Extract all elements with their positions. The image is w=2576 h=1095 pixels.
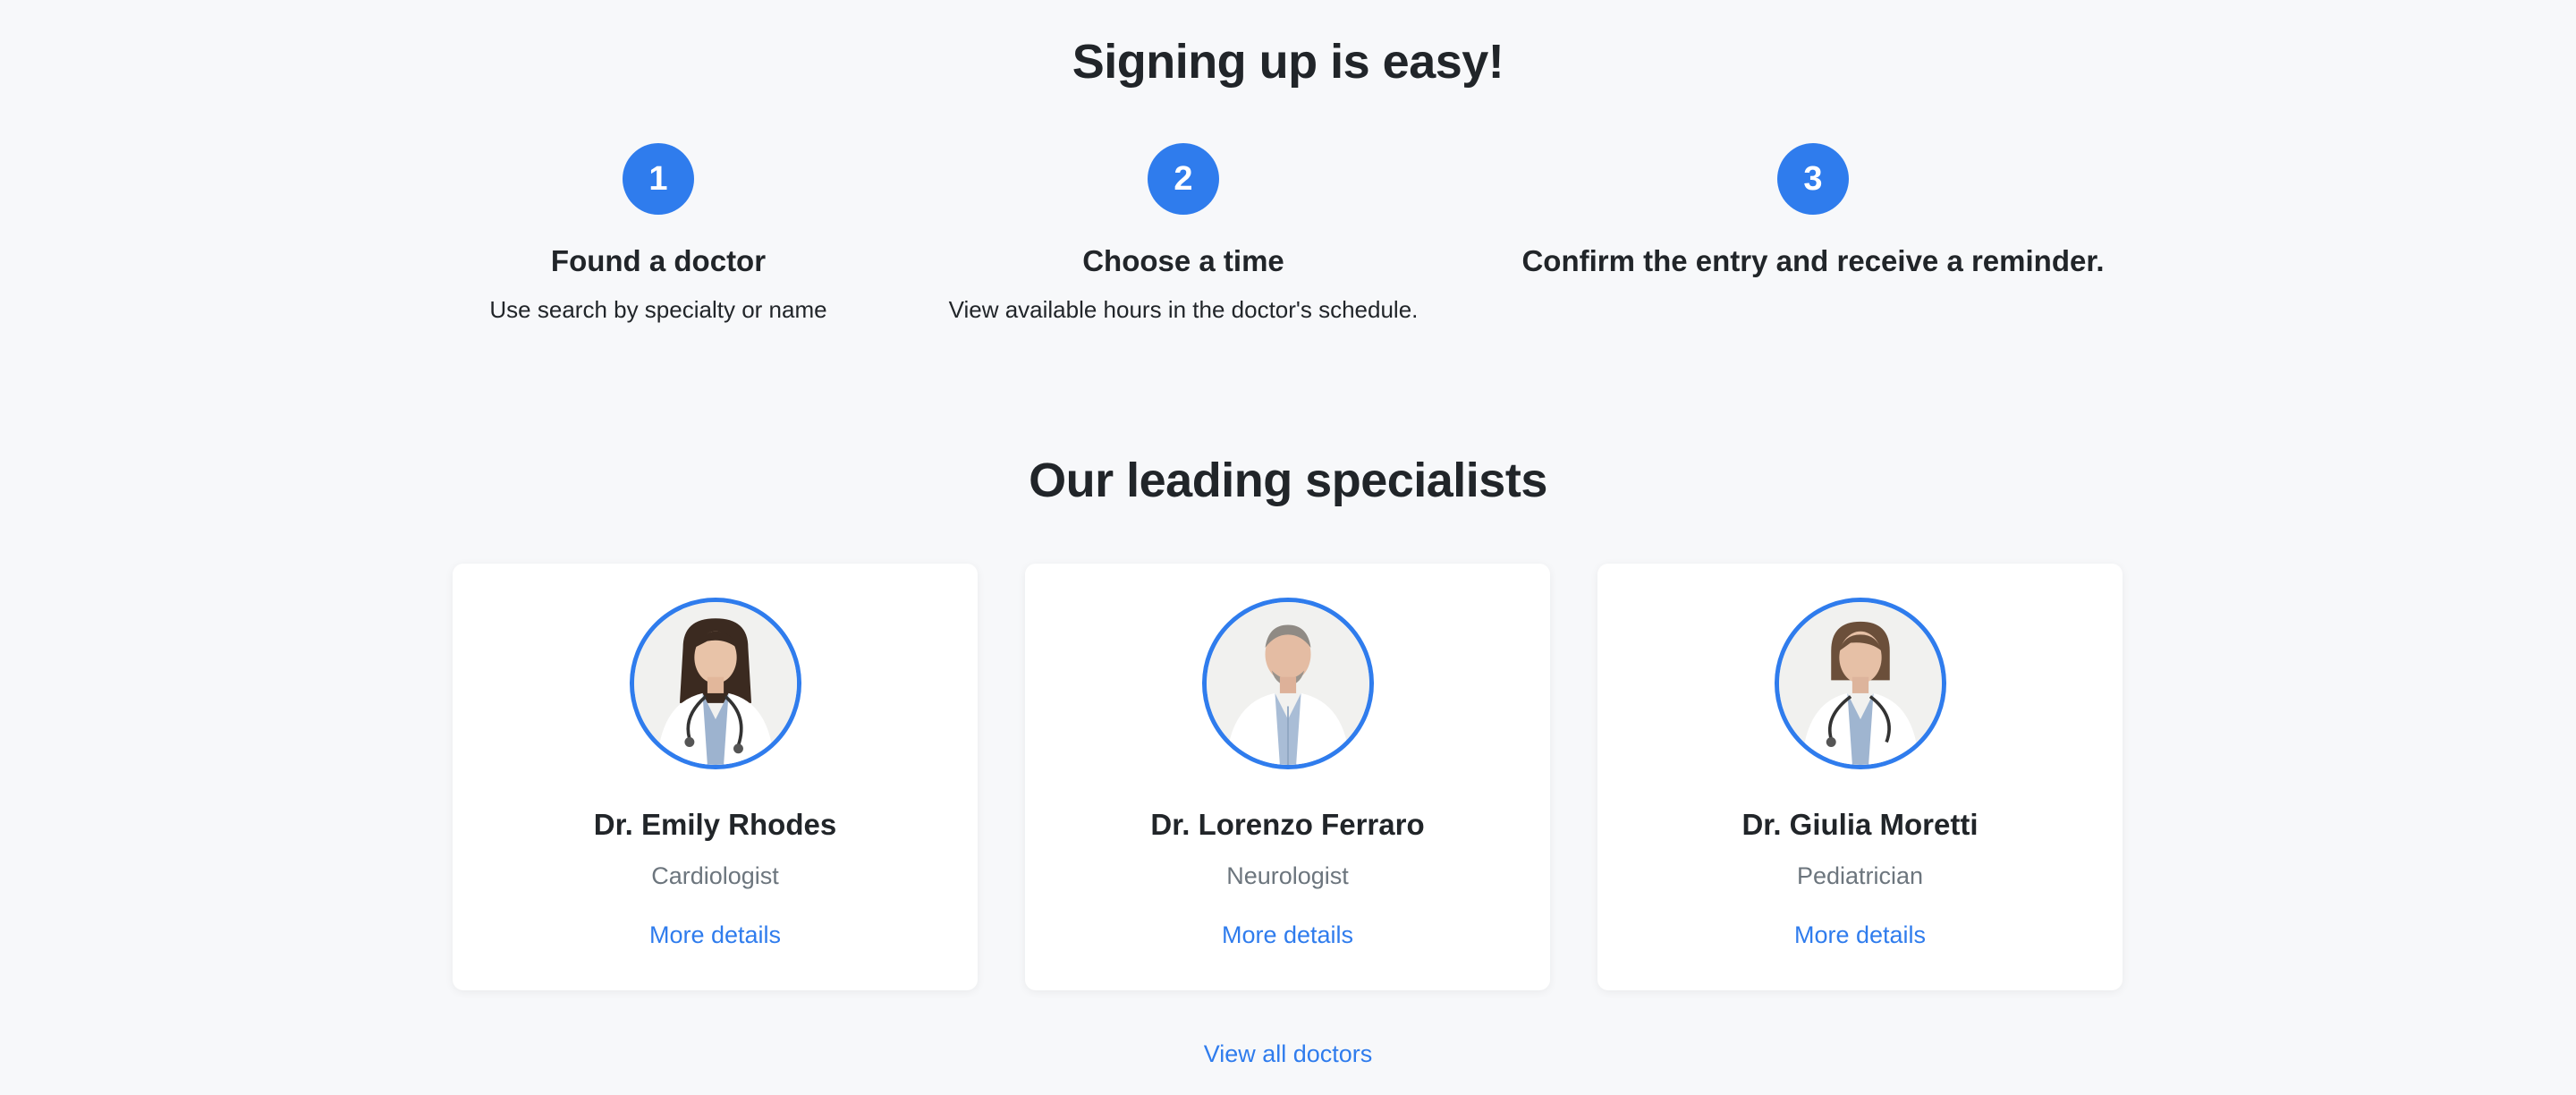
step-number-badge: 2: [1148, 143, 1219, 215]
doctor-card: Dr. Emily Rhodes Cardiologist More detai…: [453, 564, 978, 990]
step-1: 1 Found a doctor Use search by specialty…: [479, 143, 837, 326]
step-title: Choose a time: [1082, 244, 1284, 277]
doctor-avatar: [630, 598, 801, 769]
doctor-photo-icon: [1779, 602, 1942, 765]
page: Signing up is easy! 1 Found a doctor Use…: [0, 0, 2576, 1095]
doctor-card: Dr. Giulia Moretti Pediatrician More det…: [1597, 564, 2123, 990]
step-number-badge: 3: [1777, 143, 1849, 215]
doctor-specialty: Cardiologist: [651, 862, 779, 889]
steps-section-title: Signing up is easy!: [1072, 35, 1504, 89]
doctor-avatar: [1202, 598, 1374, 769]
step-description: View available hours in the doctor's sch…: [948, 296, 1419, 323]
doctor-name: Dr. Lorenzo Ferraro: [1150, 808, 1425, 841]
doctor-card: Dr. Lorenzo Ferraro Neurologist More det…: [1025, 564, 1550, 990]
doctor-specialty: Neurologist: [1226, 862, 1349, 889]
doctor-photo-icon: [1207, 602, 1369, 765]
step-description: Use search by specialty or name: [489, 296, 827, 323]
step-2: 2 Choose a time View available hours in …: [933, 143, 1434, 326]
step-number-badge: 1: [623, 143, 694, 215]
specialists-section-title: Our leading specialists: [1029, 454, 1547, 507]
step-3: 3 Confirm the entry and receive a remind…: [1500, 143, 2126, 293]
more-details-link[interactable]: More details: [453, 919, 978, 951]
more-details-link[interactable]: More details: [1025, 919, 1550, 951]
step-title: Confirm the entry and receive a reminder…: [1521, 244, 2105, 277]
more-details-link[interactable]: More details: [1597, 919, 2123, 951]
step-title: Found a doctor: [550, 244, 767, 277]
view-all-doctors-row: View all doctors: [0, 1038, 2576, 1070]
doctor-photo-icon: [634, 602, 797, 765]
doctor-specialty: Pediatrician: [1796, 862, 1924, 889]
doctor-name: Dr. Emily Rhodes: [593, 808, 837, 841]
doctor-avatar: [1775, 598, 1946, 769]
doctor-name: Dr. Giulia Moretti: [1741, 808, 1979, 841]
view-all-doctors-link[interactable]: View all doctors: [1204, 1040, 1373, 1067]
